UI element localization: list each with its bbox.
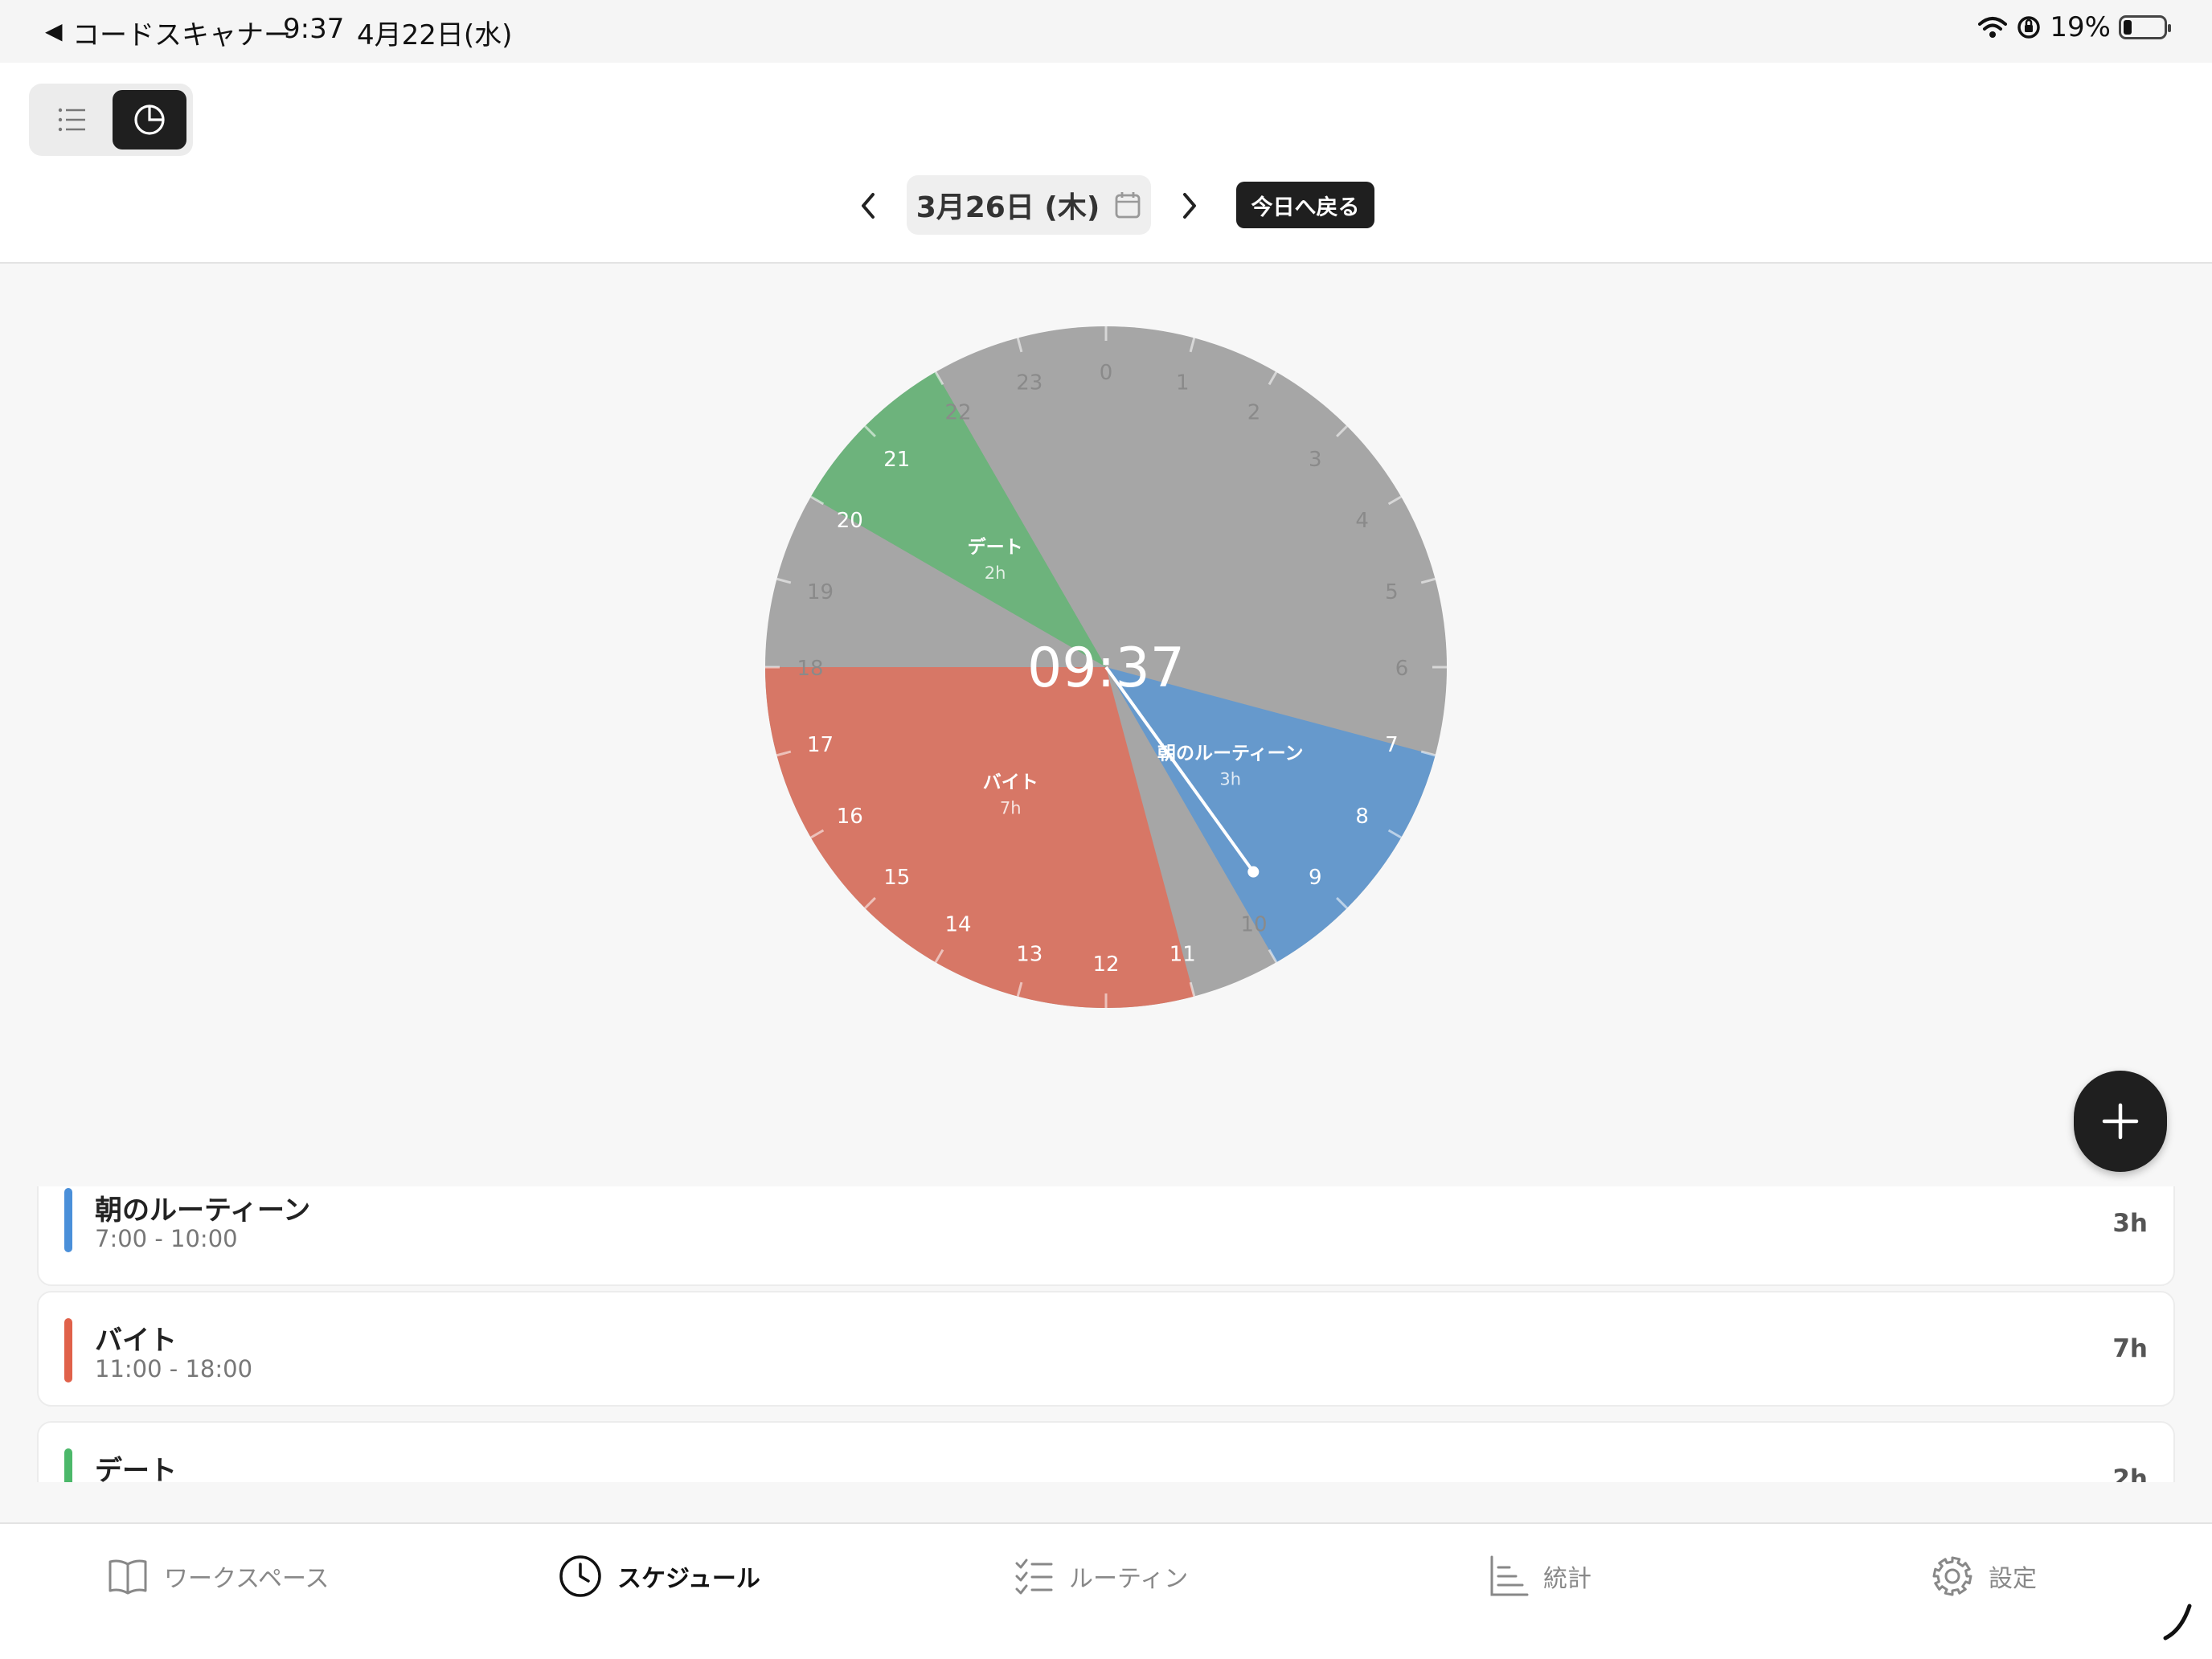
tab-settings[interactable]: 設定: [1931, 1548, 2037, 1604]
tab-label: 設定: [1989, 1565, 2037, 1593]
event-card[interactable]: 朝のルーティーン 7:00 - 10:00 3h: [37, 1186, 2175, 1286]
hour-label: 12: [1092, 952, 1119, 977]
hour-label: 6: [1395, 657, 1409, 681]
add-event-button[interactable]: [2074, 1071, 2167, 1172]
hour-label: 4: [1355, 509, 1369, 533]
hour-label: 18: [797, 657, 823, 681]
event-duration: 7h: [2112, 1334, 2148, 1363]
event-card[interactable]: バイト 11:00 - 18:00 7h: [37, 1291, 2175, 1407]
event-time: 11:00 - 18:00: [95, 1355, 253, 1382]
tab-workspace[interactable]: ワークスペース: [106, 1548, 330, 1604]
hour-label: 0: [1100, 361, 1113, 385]
segment-duration: 7h: [1000, 799, 1022, 818]
event-card[interactable]: デート 2h: [37, 1421, 2175, 1482]
day-clock-chart[interactable]: 0 1234567891011121314151617181920212223朝の…: [0, 0, 2212, 1182]
bar-chart-icon: [1490, 1555, 1529, 1596]
tab-label: スケジュール: [617, 1565, 760, 1593]
event-duration: 3h: [2112, 1209, 2148, 1238]
tab-label: 統計: [1543, 1565, 1591, 1593]
hour-label: 20: [837, 509, 863, 533]
segment-name: バイト: [983, 772, 1038, 793]
event-time: 7:00 - 10:00: [95, 1225, 238, 1252]
hour-label: 23: [1016, 371, 1043, 395]
hour-label: 11: [1169, 942, 1196, 966]
hour-label: 13: [1016, 942, 1043, 966]
book-icon: [109, 1559, 147, 1595]
hour-label: 1: [1176, 371, 1190, 395]
home-indicator: [2163, 1604, 2192, 1641]
hour-label: 9: [1309, 866, 1322, 890]
hour-label: 7: [1385, 733, 1399, 757]
hour-label: 22: [944, 400, 971, 424]
tab-routine[interactable]: ルーティン: [1014, 1548, 1188, 1604]
gear-icon: [1932, 1556, 1972, 1596]
hour-label: 3: [1309, 448, 1322, 472]
tab-stats[interactable]: 統計: [1489, 1548, 1591, 1604]
hour-label: 14: [944, 913, 971, 937]
event-list: 朝のルーティーン 7:00 - 10:00 3h バイト 11:00 - 18:…: [37, 1186, 2175, 1482]
hour-label: 2: [1247, 400, 1261, 424]
event-duration: 2h: [2112, 1464, 2148, 1482]
tab-bar: ワークスペース スケジュール ルーティン 統計 設定: [0, 1522, 2212, 1659]
event-color-bar: [64, 1318, 72, 1382]
segment-duration: 2h: [985, 563, 1006, 583]
event-title: デート: [95, 1455, 177, 1482]
clock-icon: [559, 1555, 601, 1597]
hour-label: 19: [807, 580, 834, 604]
hour-label: 5: [1385, 580, 1399, 604]
hour-label: 16: [837, 805, 863, 829]
segment-name: デート: [968, 536, 1023, 558]
tab-schedule[interactable]: スケジュール: [558, 1548, 760, 1604]
tab-label: ルーティン: [1069, 1565, 1189, 1593]
event-color-bar: [64, 1448, 72, 1482]
segment-duration: 3h: [1219, 770, 1241, 789]
current-time-label: 09:37: [1027, 637, 1185, 700]
plus-icon: [2102, 1103, 2139, 1140]
hour-label: 8: [1355, 805, 1369, 829]
hour-label: 10: [1240, 913, 1267, 937]
tab-label: ワークスペース: [164, 1565, 330, 1593]
event-color-bar: [64, 1188, 72, 1252]
checklist-icon: [1015, 1559, 1053, 1595]
hour-label: 15: [883, 866, 910, 890]
hour-label: 21: [883, 448, 910, 472]
event-title: 朝のルーティーン: [95, 1194, 311, 1227]
hour-label: 17: [807, 733, 834, 757]
segment-name: 朝のルーティーン: [1157, 743, 1303, 764]
event-title: バイト: [95, 1325, 177, 1357]
current-time-dot: [1247, 866, 1260, 878]
